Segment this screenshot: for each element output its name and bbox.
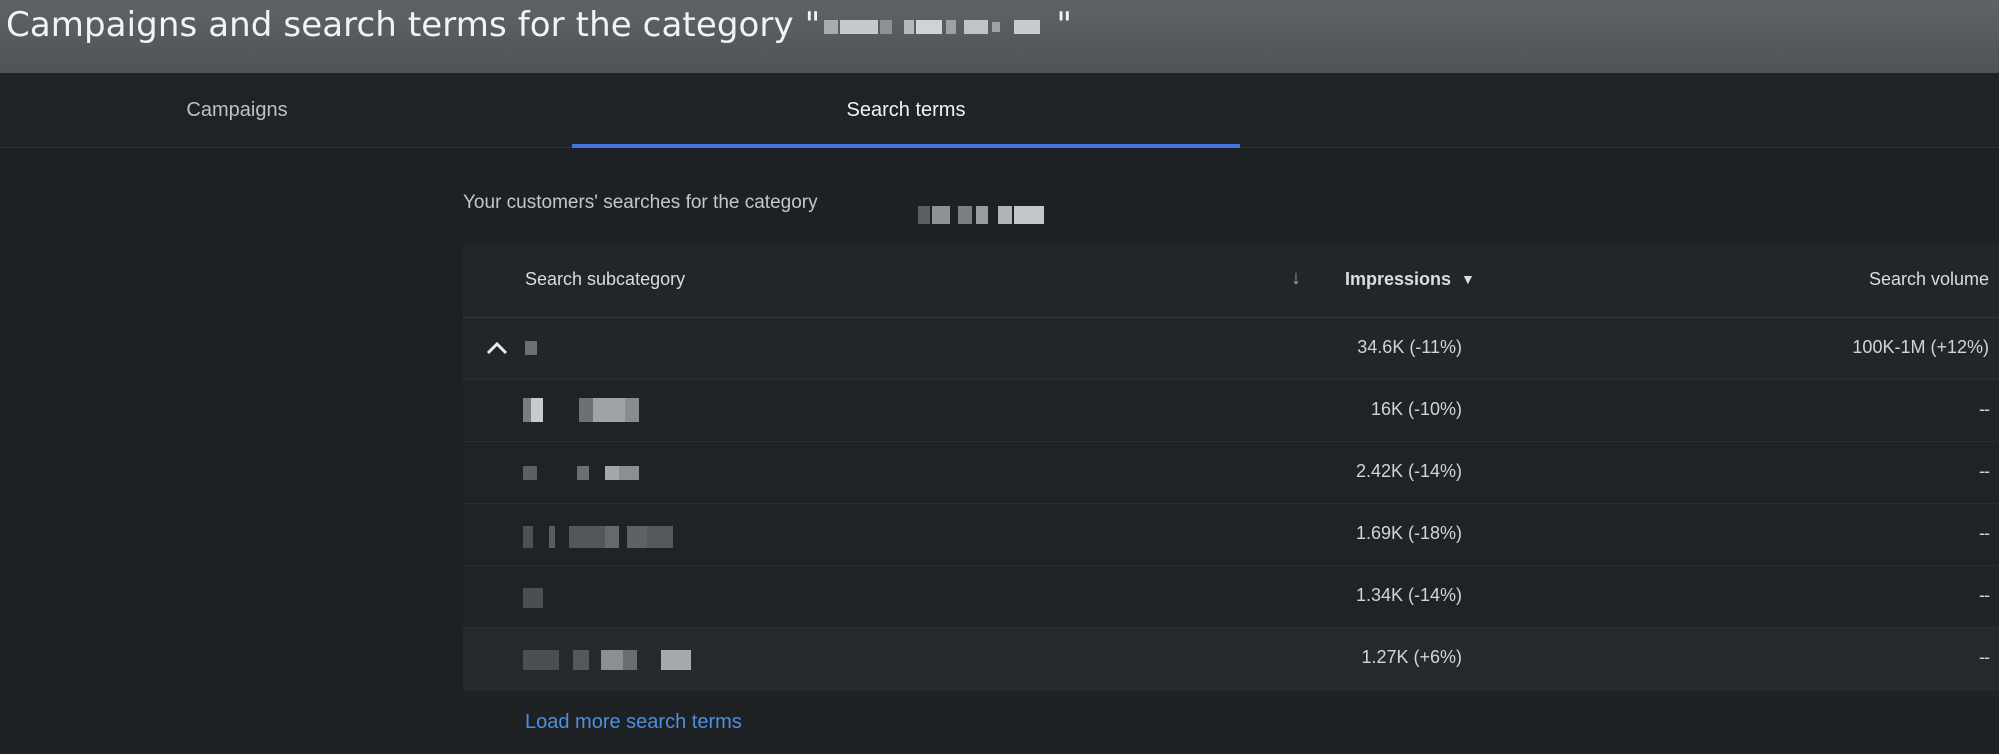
redacted-search-term <box>523 398 639 422</box>
impressions-value: 1.34K (-14%) <box>1355 585 1462 605</box>
load-more-search-terms-link[interactable]: Load more search terms <box>525 711 742 734</box>
page-title: Campaigns and search terms for the categ… <box>6 4 1072 46</box>
redacted-search-term <box>523 588 543 608</box>
redacted-subcategory <box>525 341 537 355</box>
tab-search-terms[interactable]: Search terms <box>572 73 1240 148</box>
column-header-search-volume[interactable]: Search volume <box>1869 269 1989 290</box>
page-title-closing-quote: " <box>1056 5 1073 45</box>
column-header-impressions[interactable]: Impressions <box>1345 269 1451 290</box>
redacted-search-term <box>523 650 691 670</box>
tab-campaigns[interactable]: Campaigns <box>0 73 474 148</box>
redacted-category-label <box>918 206 1044 224</box>
impressions-value: 1.69K (-18%) <box>1355 523 1462 543</box>
search-volume-value: 100K-1M (+12%) <box>1852 337 1989 357</box>
page-header: Campaigns and search terms for the categ… <box>0 0 1999 73</box>
section-subtitle: Your customers' searches for the categor… <box>463 192 818 213</box>
column-header-subcategory[interactable]: Search subcategory <box>525 269 685 290</box>
search-volume-value: -- <box>1979 523 1990 543</box>
impressions-value: 16K (-10%) <box>1370 399 1462 419</box>
table-row-parent[interactable]: 34.6K (-11%) 100K-1M (+12%) <box>463 318 1999 380</box>
table-row[interactable]: 1.34K (-14%) -- <box>463 566 1999 628</box>
tab-bar: Campaigns Search terms <box>0 73 1999 148</box>
table-row[interactable]: 2.42K (-14%) -- <box>463 442 1999 504</box>
table-row[interactable]: 1.27K (+6%) -- <box>463 628 1999 690</box>
impressions-value: 2.42K (-14%) <box>1355 461 1462 481</box>
active-tab-indicator <box>572 144 1240 148</box>
table-row[interactable]: 1.69K (-18%) -- <box>463 504 1999 566</box>
search-terms-table: Search subcategory ↓ Impressions ▼ Searc… <box>463 243 1999 698</box>
redacted-search-term <box>523 526 673 548</box>
chevron-up-icon[interactable] <box>481 332 513 364</box>
search-volume-value: -- <box>1979 461 1990 481</box>
search-volume-value: -- <box>1979 647 1990 667</box>
impressions-value: 34.6K (-11%) <box>1357 337 1462 357</box>
table-row[interactable]: 16K (-10%) -- <box>463 380 1999 442</box>
sort-arrow-icon[interactable]: ↓ <box>1291 267 1301 290</box>
impressions-value: 1.27K (+6%) <box>1361 647 1462 667</box>
redacted-search-term <box>523 466 639 480</box>
caret-down-icon[interactable]: ▼ <box>1461 271 1475 287</box>
search-volume-value: -- <box>1979 399 1990 419</box>
redacted-category-name <box>824 19 1041 34</box>
page-title-text: Campaigns and search terms for the categ… <box>6 5 821 45</box>
table-header: Search subcategory ↓ Impressions ▼ Searc… <box>463 243 1999 318</box>
search-volume-value: -- <box>1979 585 1990 605</box>
